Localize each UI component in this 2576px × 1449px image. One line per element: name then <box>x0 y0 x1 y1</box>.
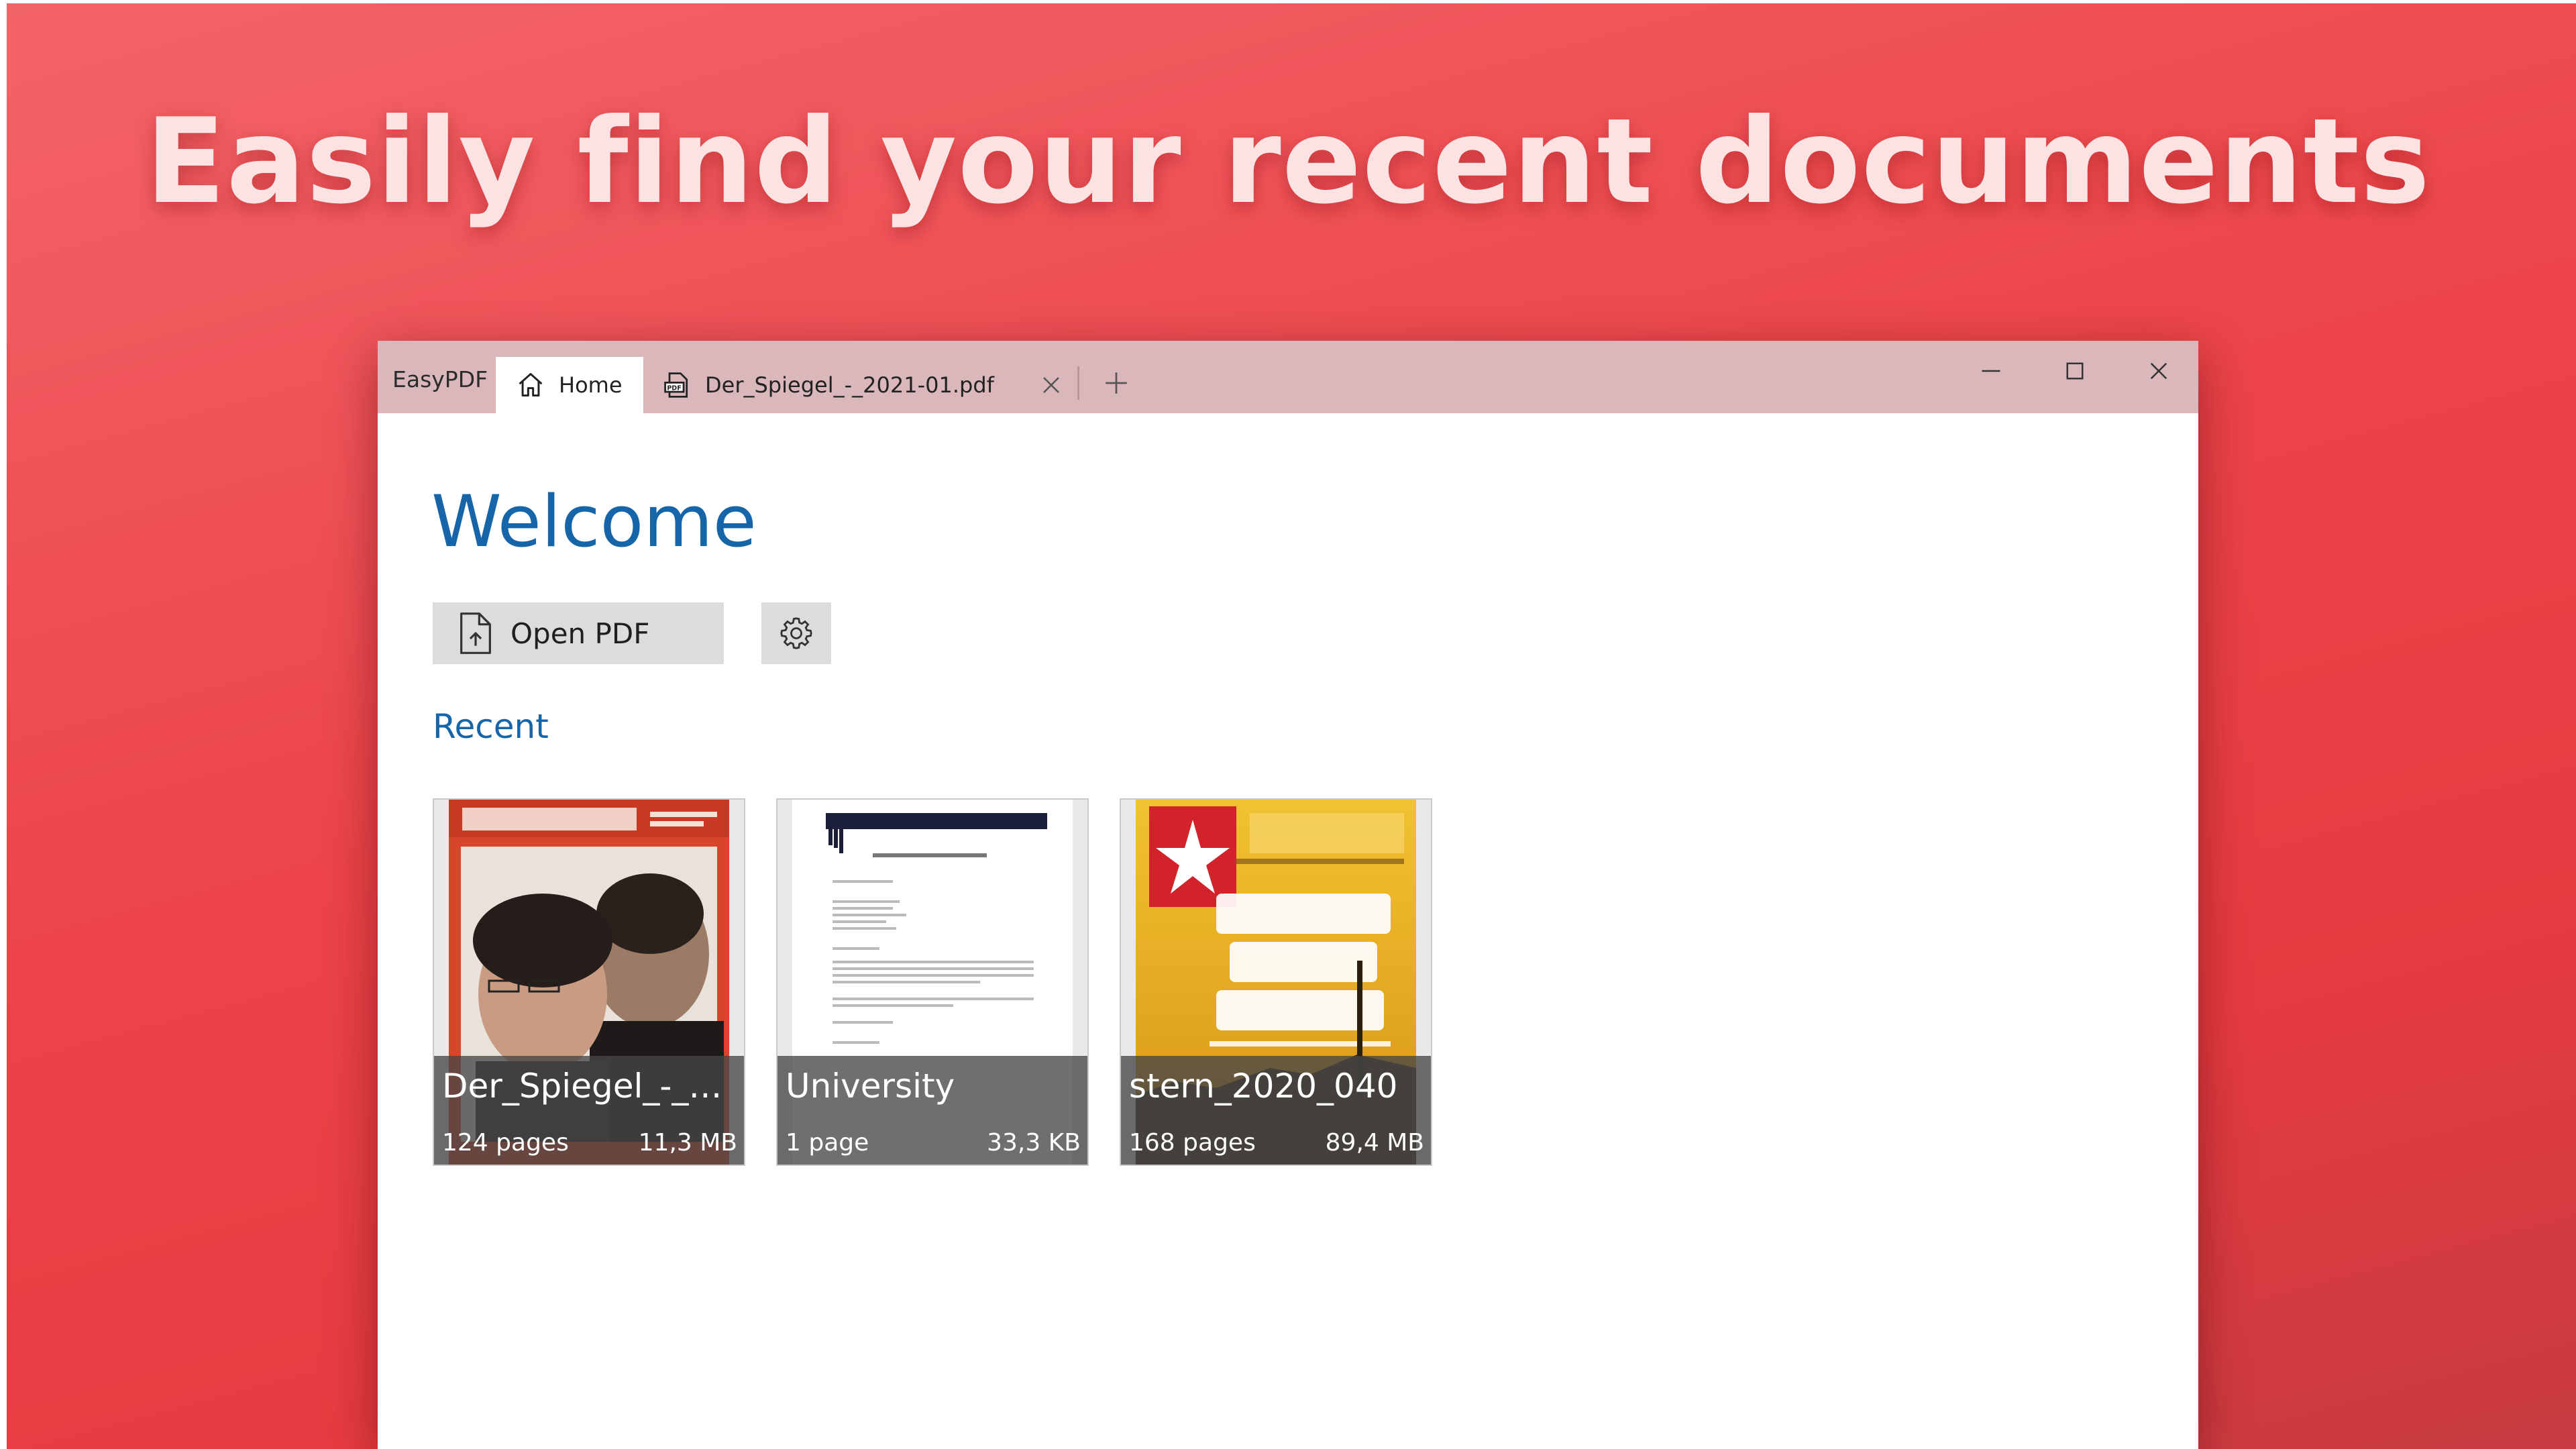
app-window: EasyPDF Home PDF Der_Spiegel_-_2021-01.p… <box>378 341 2198 1449</box>
document-info: stern_2020_040 168 pages 89,4 MB <box>1121 1056 1431 1165</box>
recent-item[interactable]: University 1 page 33,3 KB <box>776 798 1089 1166</box>
new-tab-button[interactable] <box>1098 365 1134 401</box>
document-pages: 124 pages <box>442 1129 569 1157</box>
document-name: University <box>786 1067 955 1106</box>
maximize-button[interactable] <box>2057 353 2093 389</box>
page-title: Welcome <box>431 480 757 563</box>
close-window-button[interactable] <box>2141 353 2177 389</box>
tab-separator <box>1077 366 1079 400</box>
maximize-icon <box>2066 362 2084 380</box>
close-icon <box>2150 362 2167 380</box>
open-pdf-label: Open PDF <box>511 616 650 650</box>
promo-headline: Easily find your recent documents <box>145 94 2431 230</box>
tab-document-label: Der_Spiegel_-_2021-01.pdf <box>705 372 994 398</box>
open-file-icon <box>457 612 494 655</box>
app-name: EasyPDF <box>392 366 488 392</box>
document-pages: 1 page <box>786 1129 869 1157</box>
close-tab-icon[interactable] <box>1036 370 1066 400</box>
document-size: 33,3 KB <box>987 1129 1081 1157</box>
title-bar: EasyPDF Home PDF Der_Spiegel_-_2021-01.p… <box>378 341 2198 413</box>
document-name: stern_2020_040 <box>1129 1067 1398 1106</box>
recent-heading: Recent <box>433 707 549 746</box>
document-info: Der_Spiegel_-_2... 124 pages 11,3 MB <box>434 1056 744 1165</box>
recent-item[interactable]: Der_Spiegel_-_2... 124 pages 11,3 MB <box>433 798 745 1166</box>
tab-document[interactable]: PDF Der_Spiegel_-_2021-01.pdf <box>643 357 1073 413</box>
svg-text:PDF: PDF <box>667 384 681 392</box>
tab-home[interactable]: Home <box>496 357 643 413</box>
document-size: 89,4 MB <box>1325 1129 1424 1157</box>
document-info: University 1 page 33,3 KB <box>777 1056 1087 1165</box>
tab-home-label: Home <box>559 372 623 398</box>
recent-item[interactable]: stern_2020_040 168 pages 89,4 MB <box>1120 798 1432 1166</box>
document-size: 11,3 MB <box>638 1129 737 1157</box>
document-pages: 168 pages <box>1129 1129 1256 1157</box>
minimize-button[interactable] <box>1973 353 2009 389</box>
pdf-icon: PDF <box>662 370 692 400</box>
settings-button[interactable] <box>761 602 831 664</box>
home-icon <box>516 370 545 400</box>
document-name: Der_Spiegel_-_2... <box>442 1067 737 1106</box>
open-pdf-button[interactable]: Open PDF <box>433 602 724 664</box>
gear-icon <box>780 617 812 649</box>
